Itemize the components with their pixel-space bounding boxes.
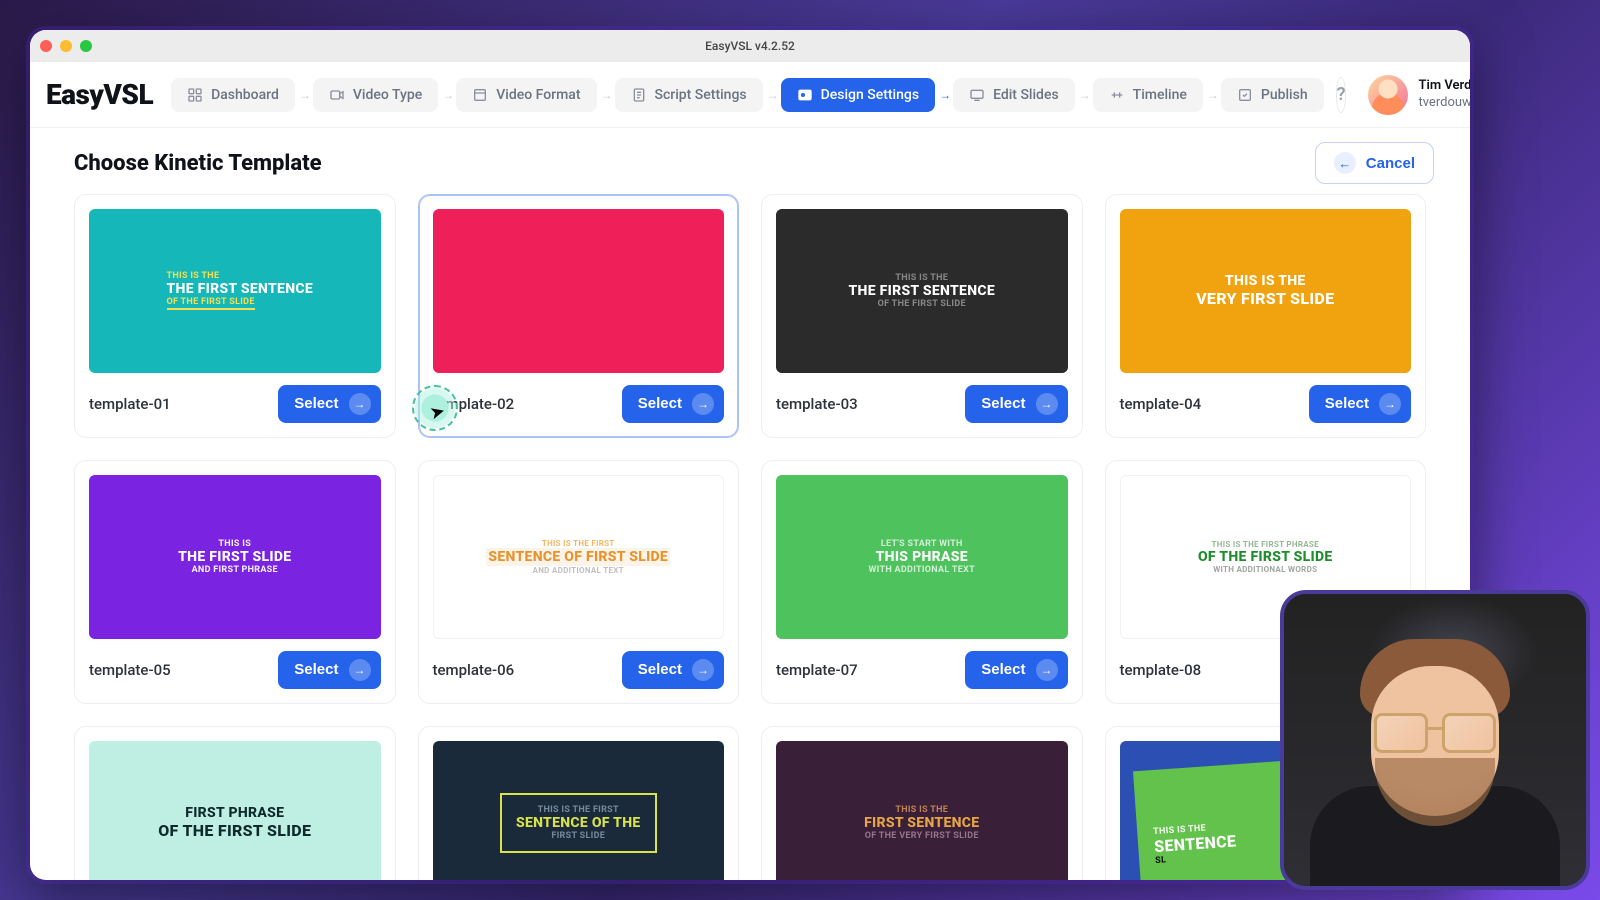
chevron-right-icon: → xyxy=(1207,88,1217,102)
step-label: Script Settings xyxy=(655,87,747,103)
select-label: Select xyxy=(981,661,1025,678)
cancel-label: Cancel xyxy=(1366,155,1415,172)
select-button[interactable]: Select → xyxy=(1309,385,1411,423)
arrow-right-icon: → xyxy=(1379,393,1401,415)
select-label: Select xyxy=(638,395,682,412)
chevron-right-icon: → xyxy=(1079,88,1089,102)
template-card[interactable]: THIS ISTHE FIRST SLIDEAND FIRST PHRASE te… xyxy=(74,460,396,704)
select-label: Select xyxy=(981,395,1025,412)
template-scroll-area[interactable]: THIS IS THETHE FIRST SENTENCEOF THE FIRS… xyxy=(30,194,1470,880)
select-button[interactable]: Select → xyxy=(965,651,1067,689)
design-icon xyxy=(797,87,813,103)
step-timeline[interactable]: Timeline xyxy=(1093,78,1203,112)
step-label: Dashboard xyxy=(211,87,279,103)
step-publish[interactable]: Publish xyxy=(1221,78,1324,112)
template-card[interactable]: THIS IS THE FIRSTSENTENCE OF THEFIRST SL… xyxy=(418,726,740,880)
doc-icon xyxy=(631,87,647,103)
wizard-toolbar: EasyVSL Dashboard → Video Type → Video Forma… xyxy=(30,62,1470,128)
select-label: Select xyxy=(638,661,682,678)
select-label: Select xyxy=(294,395,338,412)
template-preview: FIRST PHRASEOF THE FIRST SLIDE xyxy=(89,741,381,880)
template-preview: THIS IS THEVERY FIRST SLIDE xyxy=(1120,209,1412,373)
step-label: Timeline xyxy=(1133,87,1187,103)
publish-icon xyxy=(1237,87,1253,103)
chevron-right-icon: → xyxy=(299,88,309,102)
template-name: template-06 xyxy=(433,661,515,679)
template-name: template-02 xyxy=(433,395,515,413)
help-button[interactable]: ? xyxy=(1336,77,1347,113)
template-preview: LET'S START WITHTHIS PHRASEWITH ADDITION… xyxy=(776,475,1068,639)
template-preview: THIS IS THE FIRSTSENTENCE OF THEFIRST SL… xyxy=(433,741,725,880)
chevron-right-icon: → xyxy=(601,88,611,102)
template-grid: THIS IS THETHE FIRST SENTENCEOF THE FIRS… xyxy=(74,194,1426,880)
back-arrow-icon: ← xyxy=(1334,152,1356,174)
template-preview: THIS IS THE FIRSTSENTENCE OF FIRST SLIDE… xyxy=(433,475,725,639)
slides-icon xyxy=(969,87,985,103)
arrow-right-icon: → xyxy=(1036,393,1058,415)
template-card[interactable]: THIS IS THE FIRSTSENTENCE OF FIRST SLIDE… xyxy=(418,460,740,704)
template-card[interactable]: template-02 Select → xyxy=(418,194,740,438)
step-label: Edit Slides xyxy=(993,87,1059,103)
step-video-format[interactable]: Video Format xyxy=(456,78,596,112)
select-button[interactable]: Select → xyxy=(622,385,724,423)
arrow-right-icon: → xyxy=(692,393,714,415)
template-card[interactable]: FIRST PHRASEOF THE FIRST SLIDEtemplate-0… xyxy=(74,726,396,880)
help-icon: ? xyxy=(1337,84,1346,105)
format-icon xyxy=(472,87,488,103)
user-email: tverdouw@gma xyxy=(1418,95,1470,111)
select-label: Select xyxy=(294,661,338,678)
arrow-right-icon: → xyxy=(1036,659,1058,681)
step-video-type[interactable]: Video Type xyxy=(313,78,438,112)
video-icon xyxy=(329,87,345,103)
chevron-right-icon: → xyxy=(939,88,949,102)
select-button[interactable]: Select → xyxy=(278,385,380,423)
timeline-icon xyxy=(1109,87,1125,103)
user-menu[interactable]: Tim Verdouw ˅ tverdouw@gma xyxy=(1368,75,1470,115)
grid-icon xyxy=(187,87,203,103)
select-button[interactable]: Select → xyxy=(965,385,1067,423)
template-name: template-08 xyxy=(1120,661,1202,679)
select-button[interactable]: Select → xyxy=(278,651,380,689)
select-label: Select xyxy=(1325,395,1369,412)
arrow-right-icon: → xyxy=(349,393,371,415)
step-edit-slides[interactable]: Edit Slides xyxy=(953,78,1075,112)
user-name: Tim Verdouw ˅ xyxy=(1418,78,1470,94)
template-card[interactable]: THIS IS THEVERY FIRST SLIDE template-04 Se… xyxy=(1105,194,1427,438)
cancel-button[interactable]: ← Cancel xyxy=(1315,142,1434,184)
chevron-right-icon: → xyxy=(767,88,777,102)
template-card[interactable]: THIS IS THETHE FIRST SENTENCEOF THE FIRS… xyxy=(74,194,396,438)
step-dashboard[interactable]: Dashboard xyxy=(171,78,295,112)
template-name: template-05 xyxy=(89,661,171,679)
step-label: Video Format xyxy=(496,87,580,103)
step-design-settings[interactable]: Design Settings xyxy=(781,78,935,112)
step-label: Publish xyxy=(1261,87,1308,103)
template-preview: THIS IS THEFIRST SENTENCEOF THE VERY FIR… xyxy=(776,741,1068,880)
presenter-webcam-overlay xyxy=(1280,590,1590,890)
template-preview: THIS IS THETHE FIRST SENTENCEOF THE FIRS… xyxy=(776,209,1068,373)
avatar xyxy=(1368,75,1408,115)
app-window: EasyVSL v4.2.52 EasyVSL Dashboard → Video … xyxy=(30,30,1470,880)
template-name: template-03 xyxy=(776,395,858,413)
step-script-settings[interactable]: Script Settings xyxy=(615,78,763,112)
template-preview: THIS IS THETHE FIRST SENTENCEOF THE FIRS… xyxy=(89,209,381,373)
step-label: Video Type xyxy=(353,87,422,103)
template-card[interactable]: THIS IS THETHE FIRST SENTENCEOF THE FIRS… xyxy=(761,194,1083,438)
template-name: template-07 xyxy=(776,661,858,679)
template-name: template-01 xyxy=(89,395,171,413)
template-card[interactable]: LET'S START WITHTHIS PHRASEWITH ADDITION… xyxy=(761,460,1083,704)
page-subheader: Choose Kinetic Template ← Cancel xyxy=(30,128,1470,194)
template-card[interactable]: THIS IS THEFIRST SENTENCEOF THE VERY FIR… xyxy=(761,726,1083,880)
app-logo: EasyVSL xyxy=(46,78,153,111)
select-button[interactable]: Select → xyxy=(622,651,724,689)
step-label: Design Settings xyxy=(821,87,919,103)
window-title: EasyVSL v4.2.52 xyxy=(30,39,1470,53)
template-preview: THIS ISTHE FIRST SLIDEAND FIRST PHRASE xyxy=(89,475,381,639)
titlebar: EasyVSL v4.2.52 xyxy=(30,30,1470,62)
template-name: template-04 xyxy=(1120,395,1202,413)
arrow-right-icon: → xyxy=(692,659,714,681)
template-preview xyxy=(433,209,725,373)
chevron-right-icon: → xyxy=(442,88,452,102)
arrow-right-icon: → xyxy=(349,659,371,681)
page-title: Choose Kinetic Template xyxy=(74,151,322,176)
